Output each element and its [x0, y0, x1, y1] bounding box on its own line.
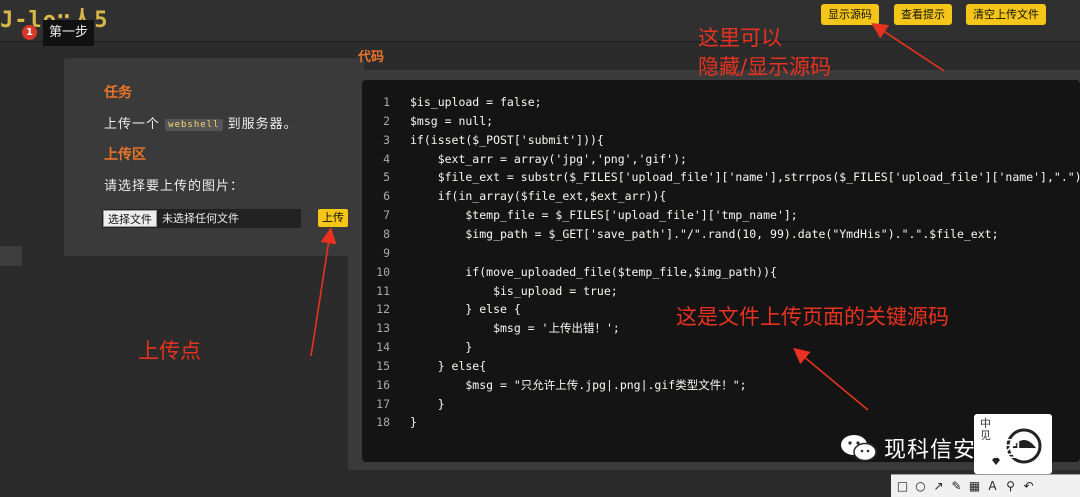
code-line: 3 if(isset($_POST['submit'])){: [362, 131, 1080, 149]
sidebar-edge: [0, 246, 22, 266]
code-line: 14 }: [362, 338, 1080, 356]
upload-prompt: 请选择要上传的图片：: [104, 179, 245, 194]
code-text: }: [410, 415, 417, 430]
upload-title: 上传区: [104, 147, 146, 163]
line-number: 3: [383, 132, 390, 147]
undo-icon[interactable]: ↶: [1021, 479, 1036, 494]
line-number: 15: [376, 358, 390, 373]
watermark: 现科信安社团: [840, 432, 1022, 464]
line-number: 10: [376, 264, 390, 279]
line-number: 6: [383, 189, 390, 204]
annotation-hide-show-2: 隐藏/显示源码: [698, 55, 832, 79]
line-number: 7: [383, 208, 390, 223]
line-number: 17: [376, 396, 390, 411]
file-status-text: 未选择任何文件: [162, 212, 239, 225]
code-text: if(in_array($file_ext,$ext_arr)){: [410, 189, 667, 204]
code-line: 10 if(move_uploaded_file($temp_file,$img…: [362, 263, 1080, 281]
annotation-toolbar: □ ○ ↗ ✎ ▦ A ⚲ ↶: [891, 474, 1080, 497]
step-badge: 1: [22, 25, 37, 40]
line-number: 14: [376, 340, 390, 355]
code-text: if(isset($_POST['submit'])){: [410, 132, 604, 147]
annotation-upload-point: 上传点: [138, 339, 201, 363]
task-text-before: 上传一个: [104, 117, 161, 132]
line-number: 18: [376, 415, 390, 430]
mosaic-icon[interactable]: ▦: [967, 479, 982, 494]
code-line: 11 $is_upload = true;: [362, 282, 1080, 300]
line-number: 13: [376, 321, 390, 336]
code-line: 18}: [362, 413, 1080, 431]
show-source-button[interactable]: 显示源码: [821, 4, 879, 25]
code-text: $img_path = $_GET['save_path']."/".rand(…: [410, 226, 999, 241]
code-text: } else{: [410, 358, 487, 373]
source-code-block: 1 $is_upload = false; 2 $msg = null; 3 if(iss…: [362, 80, 1080, 462]
code-text: $is_upload = false;: [410, 95, 542, 109]
line-number: 1: [383, 95, 390, 109]
arrow-to-upload: [310, 227, 337, 357]
line-number: 5: [383, 170, 390, 185]
line-number: 4: [383, 151, 390, 166]
rect-icon[interactable]: □: [895, 479, 910, 494]
wechat-icon: [841, 435, 877, 462]
code-line: 9: [362, 244, 1080, 262]
code-text: } else {: [410, 302, 521, 317]
code-line: 8 $img_path = $_GET['save_path']."/".ran…: [362, 225, 1080, 243]
top-bar: J-lo∷人5 1 第一步 显示源码 查看提示 清空上传文件: [0, 0, 1080, 46]
code-text: $msg = null;: [410, 113, 494, 128]
line-number: 2: [383, 113, 390, 128]
code-line: 1 $is_upload = false;: [362, 93, 1080, 111]
code-text: $msg = "只允许上传.jpg|.png|.gif类型文件！";: [410, 377, 747, 392]
code-title: 代码: [358, 50, 385, 65]
line-number: 11: [376, 283, 390, 298]
code-line: 15 } else{: [362, 357, 1080, 375]
code-line: 17 }: [362, 395, 1080, 413]
line-number: 9: [383, 245, 390, 260]
code-line: 16 $msg = "只允许上传.jpg|.png|.gif类型文件！";: [362, 376, 1080, 394]
code-text: $file_ext = substr($_FILES['upload_file'…: [410, 170, 1080, 185]
pen-icon[interactable]: ✎: [949, 479, 964, 494]
view-hint-button[interactable]: 查看提示: [894, 4, 952, 25]
annotation-hide-show-1: 这里可以: [698, 26, 782, 50]
code-text: $temp_file = $_FILES['upload_file']['tmp…: [410, 208, 798, 223]
code-text: }: [410, 396, 445, 411]
code-text: }: [410, 340, 473, 355]
code-line: 7 $temp_file = $_FILES['upload_file']['t…: [362, 206, 1080, 224]
task-description: 上传一个 webshell 到服务器。: [104, 113, 298, 132]
clear-uploads-button[interactable]: 清空上传文件: [966, 4, 1046, 25]
choose-file-button[interactable]: 选择文件: [103, 210, 157, 227]
text-icon[interactable]: A: [985, 479, 1000, 494]
task-title: 任务: [104, 85, 132, 101]
file-input[interactable]: 选择文件 未选择任何文件: [102, 209, 301, 228]
code-text: if(move_uploaded_file($temp_file,$img_pa…: [410, 264, 777, 279]
webshell-chip: webshell: [165, 118, 223, 131]
code-line: 5 $file_ext = substr($_FILES['upload_fil…: [362, 168, 1080, 186]
code-text: $msg = '上传出错！';: [410, 321, 620, 336]
annotation-key-source: 这是文件上传页面的关键源码: [676, 305, 949, 329]
code-line: 2 $msg = null;: [362, 112, 1080, 130]
task-text-after: 到服务器。: [227, 117, 298, 132]
code-line: 6 if(in_array($file_ext,$ext_arr)){: [362, 187, 1080, 205]
upload-submit-button[interactable]: 上传: [318, 209, 348, 227]
code-line: 4 $ext_arr = array('jpg','png','gif');: [362, 150, 1080, 168]
line-number: 12: [376, 302, 390, 317]
line-number: 8: [383, 226, 390, 241]
pin-icon[interactable]: ⚲: [1003, 479, 1018, 494]
code-text: $is_upload = true;: [410, 283, 618, 298]
step-label[interactable]: 第一步: [43, 20, 95, 46]
line-number: 16: [376, 377, 390, 392]
watermark-text: 现科信安社团: [884, 438, 1023, 463]
code-text: $ext_arr = array('jpg','png','gif');: [410, 151, 687, 166]
circle-icon[interactable]: ○: [913, 479, 928, 494]
arrow-icon[interactable]: ↗: [931, 479, 946, 494]
